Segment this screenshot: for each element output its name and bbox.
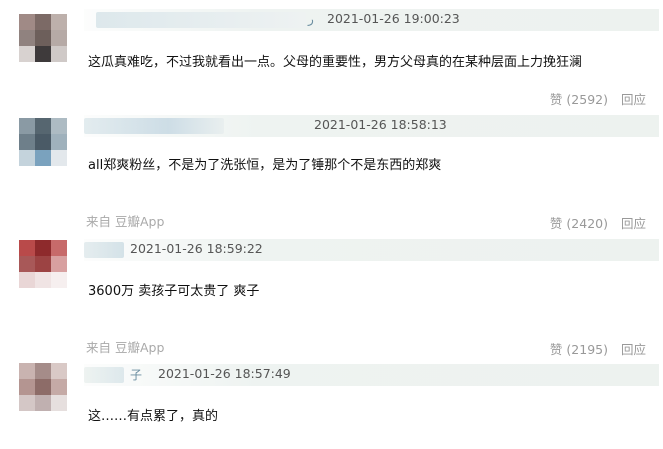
comment-item: 子 2021-01-26 18:57:49 这……有点累了，真的	[0, 355, 663, 449]
comment-text: 3600万 卖孩子可太贵了 爽子	[88, 284, 260, 299]
comment-item: 2021-01-26 18:59:22 3600万 卖孩子可太贵了 爽子 来自 …	[0, 230, 663, 357]
user-name-fragment[interactable]: 子	[130, 366, 142, 383]
comment-time: 2021-01-26 19:00:23	[327, 11, 460, 26]
avatar[interactable]	[19, 118, 67, 166]
comment-time: 2021-01-26 18:58:13	[314, 117, 447, 132]
avatar[interactable]	[19, 363, 67, 411]
comment-time: 2021-01-26 18:57:49	[158, 366, 291, 381]
comment-header: ر 2021-01-26 19:00:23	[84, 9, 659, 31]
user-name-fragment[interactable]: ر	[308, 12, 314, 26]
comment-actions: 赞 (2592) 回应	[541, 89, 646, 108]
like-label: 赞	[549, 92, 563, 107]
avatar[interactable]	[19, 240, 67, 288]
reply-button[interactable]: 回应	[621, 216, 646, 231]
like-count: (2420)	[566, 216, 608, 231]
like-label: 赞	[549, 216, 563, 231]
comment-time: 2021-01-26 18:59:22	[130, 241, 263, 256]
like-button[interactable]: 赞 (2420)	[550, 216, 608, 231]
comment-header: 子 2021-01-26 18:57:49	[84, 364, 659, 386]
user-name-blurred[interactable]	[84, 242, 124, 258]
user-name-blurred[interactable]	[84, 118, 224, 134]
comment-source: 来自 豆瓣App	[86, 214, 165, 229]
comment-source: 来自 豆瓣App	[86, 340, 165, 355]
comment-header: 2021-01-26 18:59:22	[84, 239, 659, 261]
like-count: (2592)	[566, 92, 608, 107]
reply-button[interactable]: 回应	[621, 92, 646, 107]
avatar[interactable]	[19, 14, 67, 62]
comment-item: ر 2021-01-26 19:00:23 这瓜真难吃，不过我就看出一点。父母的…	[0, 0, 663, 110]
comment-header: 2021-01-26 18:58:13	[84, 115, 659, 137]
comment-item: 2021-01-26 18:58:13 all郑爽粉丝，不是为了洗张恒，是为了锤…	[0, 110, 663, 231]
comment-text: all郑爽粉丝，不是为了洗张恒，是为了锤那个不是东西的郑爽	[88, 158, 442, 173]
comment-text: 这……有点累了，真的	[88, 409, 219, 424]
comment-text: 这瓜真难吃，不过我就看出一点。父母的重要性，男方父母真的在某种层面上力挽狂澜	[88, 55, 583, 70]
user-name-blurred[interactable]	[84, 367, 124, 383]
user-name-blurred[interactable]	[96, 12, 306, 28]
like-button[interactable]: 赞 (2592)	[550, 92, 608, 107]
